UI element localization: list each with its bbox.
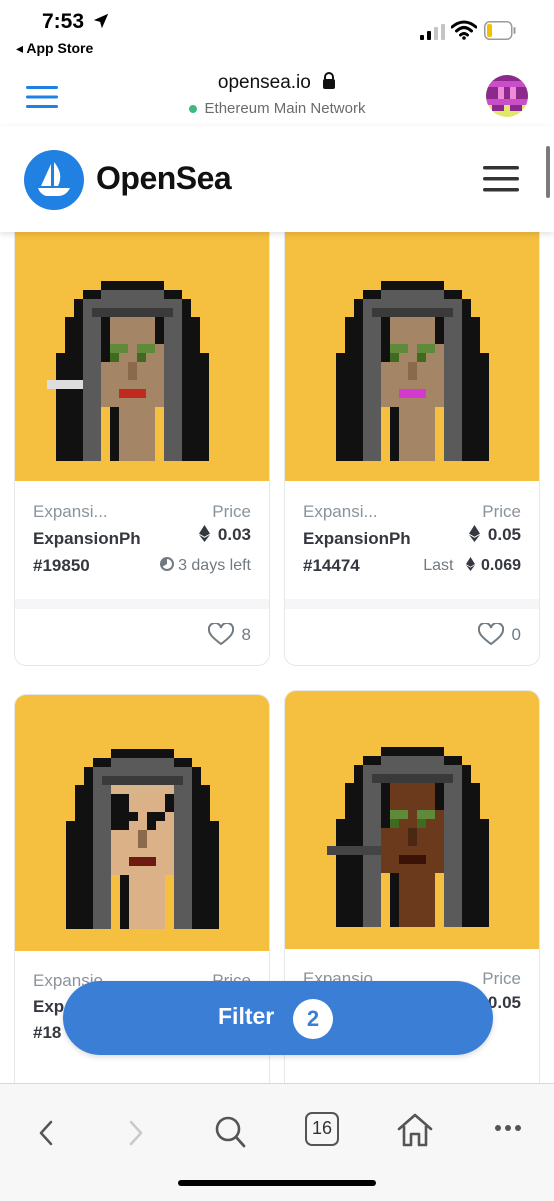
- price-label: Price: [482, 502, 521, 521]
- menu-icon[interactable]: [483, 166, 519, 192]
- asset-card[interactable]: Expansi... ExpansionPh #19850 Price 0.03…: [14, 200, 270, 666]
- favorite-button[interactable]: 8: [207, 623, 251, 646]
- home-indicator: [178, 1180, 376, 1186]
- card-divider: [15, 599, 269, 609]
- ethereum-icon: [465, 557, 475, 571]
- asset-image: [15, 201, 269, 481]
- filter-count-badge: 2: [293, 999, 333, 1039]
- wifi-icon: [451, 20, 477, 40]
- token-id: #14474: [303, 556, 360, 575]
- tabs-button[interactable]: 16: [305, 1112, 339, 1146]
- favorite-button[interactable]: 0: [477, 623, 521, 646]
- pixel-portrait: [66, 749, 219, 929]
- price-value: 0.05: [487, 993, 521, 1012]
- asset-image: [285, 691, 539, 949]
- heart-icon: [477, 623, 504, 646]
- collection-name: Expansi...: [33, 502, 108, 521]
- network-indicator: Ethereum Main Network: [0, 100, 554, 117]
- home-icon[interactable]: [396, 1112, 434, 1148]
- asset-name: ExpansionPh: [33, 529, 141, 548]
- ethereum-icon: [468, 525, 480, 542]
- card-divider: [285, 599, 539, 609]
- price-label: Price: [212, 502, 251, 521]
- asset-image: [285, 201, 539, 481]
- back-to-app-store[interactable]: ◂ App Store: [16, 40, 93, 57]
- clock-icon: [160, 557, 175, 571]
- filter-label: Filter: [218, 1003, 275, 1029]
- pixel-portrait: [336, 281, 489, 461]
- token-id: #19850: [33, 556, 90, 575]
- signal-icon: [420, 24, 445, 40]
- last-sale: Last 0.069: [423, 557, 521, 574]
- more-icon[interactable]: [494, 1124, 522, 1132]
- search-icon[interactable]: [213, 1114, 247, 1150]
- asset-card[interactable]: Expansi... ExpansionPh #14474 Price 0.05…: [284, 200, 540, 666]
- heart-icon: [207, 623, 234, 646]
- tab-count: 16: [311, 1118, 333, 1138]
- back-icon[interactable]: [36, 1118, 56, 1148]
- network-status-dot: [188, 105, 197, 114]
- pixel-portrait: [327, 747, 489, 927]
- filter-button[interactable]: Filter 2: [63, 981, 493, 1055]
- scrollbar[interactable]: [546, 146, 550, 198]
- pixel-portrait: [47, 281, 209, 461]
- battery-icon: [484, 21, 516, 40]
- asset-name: ExpansionPh: [303, 529, 411, 548]
- avatar[interactable]: [486, 75, 528, 117]
- brand-name: OpenSea: [96, 160, 232, 196]
- lock-icon: [323, 72, 336, 89]
- asset-name: Exp: [33, 997, 65, 1016]
- status-time: 7:53: [42, 10, 110, 34]
- location-arrow-icon: [93, 13, 109, 29]
- url-display[interactable]: opensea.io: [0, 72, 554, 94]
- time-left: 3 days left: [160, 557, 251, 575]
- ethereum-icon: [198, 525, 210, 542]
- price-value: 0.03: [198, 525, 251, 545]
- price-label: Price: [482, 969, 521, 988]
- opensea-logo-icon[interactable]: [24, 150, 84, 210]
- collection-name: Expansi...: [303, 502, 378, 521]
- forward-icon[interactable]: [126, 1118, 146, 1148]
- price-value: 0.05: [468, 525, 521, 545]
- asset-image: [15, 695, 269, 951]
- token-id: #18: [33, 1023, 62, 1042]
